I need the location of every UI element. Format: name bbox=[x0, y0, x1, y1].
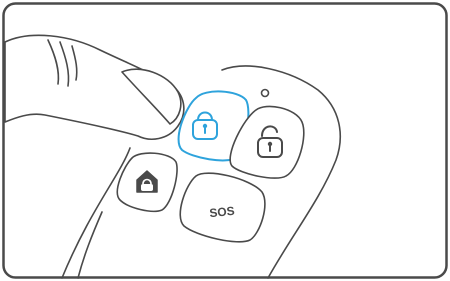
remote-illustration: SOS bbox=[0, 0, 450, 281]
illustration-canvas: SOS bbox=[2, 2, 448, 279]
finger bbox=[4, 34, 185, 140]
sos-label: SOS bbox=[209, 204, 236, 221]
home-arm-button[interactable] bbox=[116, 152, 178, 213]
led-indicator bbox=[260, 88, 270, 98]
sos-button[interactable]: SOS bbox=[179, 172, 266, 243]
